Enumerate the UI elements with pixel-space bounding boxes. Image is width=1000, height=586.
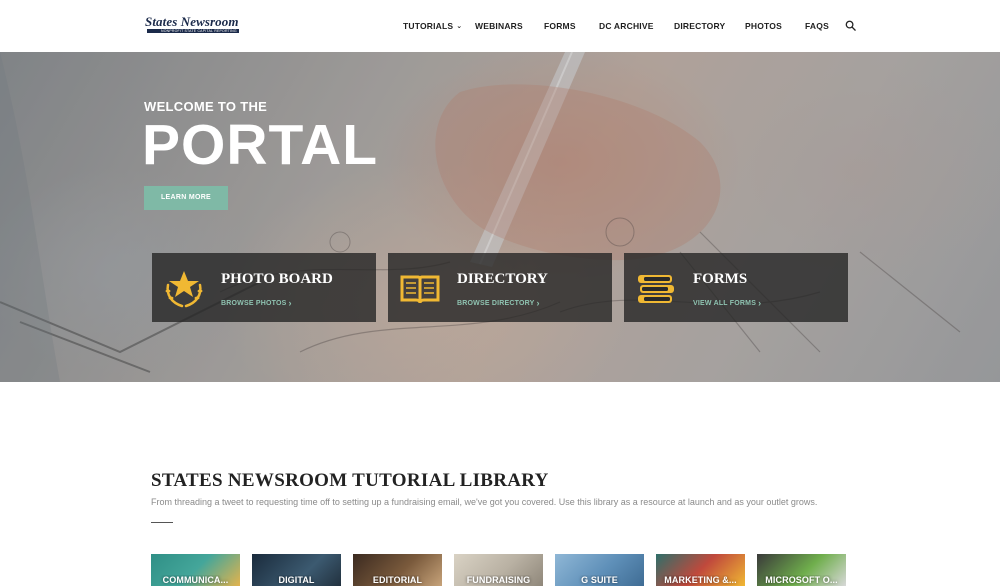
nav-photos[interactable]: PHOTOS bbox=[745, 21, 782, 31]
card-title: DIRECTORY bbox=[457, 271, 548, 287]
tile-label: FUNDRAISING bbox=[466, 575, 531, 585]
section-divider bbox=[151, 522, 173, 523]
tile-label: G SUITE bbox=[581, 575, 618, 585]
tile-digital[interactable]: DIGITAL bbox=[252, 554, 341, 586]
card-link-label: BROWSE DIRECTORY bbox=[457, 300, 535, 307]
chevron-right-icon: › bbox=[288, 297, 292, 308]
search-icon[interactable] bbox=[845, 20, 856, 31]
open-book-icon bbox=[400, 275, 440, 304]
card-title: PHOTO BOARD bbox=[221, 271, 333, 287]
nav-webinars[interactable]: WEBINARS bbox=[475, 21, 523, 31]
chevron-right-icon: › bbox=[758, 297, 762, 308]
tile-microsoft-office[interactable]: MICROSOFT O... bbox=[757, 554, 846, 586]
nav-tutorials[interactable]: TUTORIALS ⌄ bbox=[403, 21, 462, 31]
nav-faqs[interactable]: FAQS bbox=[805, 21, 829, 31]
states-newsroom-logo[interactable]: States Newsroom NONPROFIT STATE CAPITAL … bbox=[145, 14, 245, 36]
browse-photos-link[interactable]: BROWSE PHOTOS › bbox=[221, 297, 292, 308]
card-photo-board[interactable]: PHOTO BOARD BROWSE PHOTOS › bbox=[152, 253, 376, 322]
card-forms[interactable]: FORMS VIEW ALL FORMS › bbox=[624, 253, 848, 322]
tile-fundraising[interactable]: FUNDRAISING bbox=[454, 554, 543, 586]
tile-label: EDITORIAL bbox=[372, 575, 423, 585]
star-laurel-icon bbox=[165, 271, 203, 308]
chevron-right-icon: › bbox=[536, 297, 540, 308]
view-all-forms-link[interactable]: VIEW ALL FORMS › bbox=[693, 297, 762, 308]
library-description: From threading a tweet to requesting tim… bbox=[151, 497, 818, 507]
nav-tutorials-label: TUTORIALS bbox=[403, 21, 454, 31]
library-title: STATES NEWSROOM TUTORIAL LIBRARY bbox=[151, 470, 549, 491]
logo-tagline: NONPROFIT STATE CAPITAL REPORTING bbox=[161, 28, 237, 33]
tile-label: MICROSOFT O... bbox=[765, 575, 838, 585]
card-directory[interactable]: DIRECTORY BROWSE DIRECTORY › bbox=[388, 253, 612, 322]
tile-g-suite[interactable]: G SUITE bbox=[555, 554, 644, 586]
card-link-label: VIEW ALL FORMS bbox=[693, 300, 757, 307]
hero-banner: WELCOME TO THE PORTAL LEARN MORE PHOTO B… bbox=[0, 52, 1000, 382]
tile-editorial[interactable]: EDITORIAL bbox=[353, 554, 442, 586]
tile-label: COMMUNICA... bbox=[162, 575, 229, 585]
nav-directory[interactable]: DIRECTORY bbox=[674, 21, 725, 31]
tile-label: DIGITAL bbox=[278, 575, 315, 585]
hero-title: PORTAL bbox=[142, 113, 379, 177]
card-link-label: BROWSE PHOTOS bbox=[221, 300, 287, 307]
nav-dc-archive[interactable]: DC ARCHIVE bbox=[599, 21, 654, 31]
learn-more-button[interactable]: LEARN MORE bbox=[144, 186, 228, 210]
tile-label: MARKETING &... bbox=[664, 575, 737, 585]
book-stack-icon bbox=[638, 275, 674, 303]
tile-marketing[interactable]: MARKETING &... bbox=[656, 554, 745, 586]
tile-communications[interactable]: COMMUNICA... bbox=[151, 554, 240, 586]
site-header: States Newsroom NONPROFIT STATE CAPITAL … bbox=[0, 0, 1000, 52]
browse-directory-link[interactable]: BROWSE DIRECTORY › bbox=[457, 297, 540, 308]
chevron-down-icon: ⌄ bbox=[456, 23, 463, 30]
nav-forms[interactable]: FORMS bbox=[544, 21, 576, 31]
card-title: FORMS bbox=[693, 271, 748, 287]
